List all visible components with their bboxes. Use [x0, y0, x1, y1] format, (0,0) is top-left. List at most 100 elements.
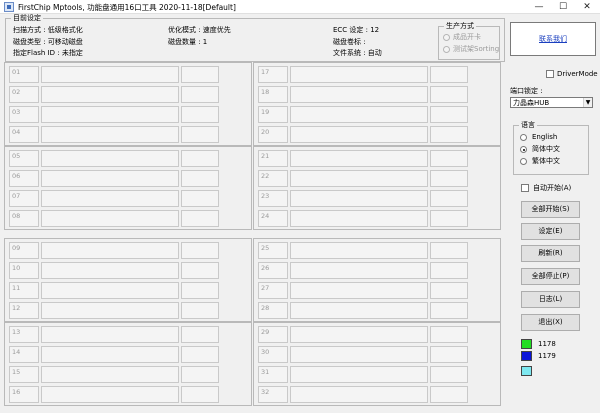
settings-group: 目前设定 扫描方式 : 低级格式化 磁盘类型 : 可移动磁盘 指定Flash I… — [5, 14, 505, 62]
settings-legend: 目前设定 — [11, 14, 43, 23]
minimize-button[interactable]: — — [526, 0, 552, 14]
start-all-button[interactable]: 全部开始(S) — [521, 201, 580, 218]
port-status-field — [41, 326, 179, 343]
disk-count-text: 磁盘数量 : 1 — [168, 38, 208, 46]
maximize-button[interactable]: ☐ — [550, 0, 576, 14]
port-info-field — [181, 86, 219, 103]
port-label: 15 — [9, 366, 39, 383]
port-info-field — [181, 170, 219, 187]
swatch-label-1178: 1178 — [538, 340, 556, 348]
contact-link[interactable]: 联系我们 — [539, 35, 567, 43]
port-info-field — [181, 66, 219, 83]
drivermode-label: DriverMode — [557, 70, 598, 78]
port-status-field — [290, 302, 428, 319]
port-row: 04 — [7, 125, 249, 144]
port-row: 01 — [7, 65, 249, 84]
auto-start-label: 自动开始(A) — [533, 184, 572, 192]
port-row: 13 — [7, 325, 249, 344]
port-label: 16 — [9, 386, 39, 403]
port-info-field — [181, 326, 219, 343]
settings-button[interactable]: 设定(E) — [521, 223, 580, 240]
contact-link-box[interactable]: 联系我们 — [510, 22, 596, 56]
port-row: 09 — [7, 241, 249, 260]
production-option-1: 测试架Sorting — [453, 45, 500, 53]
port-status-field — [290, 326, 428, 343]
port-row: 10 — [7, 261, 249, 280]
port-status-field — [290, 150, 428, 167]
port-row: 29 — [256, 325, 498, 344]
drivermode-checkbox[interactable] — [546, 70, 554, 78]
port-info-field — [430, 282, 468, 299]
port-status-field — [290, 386, 428, 403]
port-info-field — [181, 190, 219, 207]
port-info-field — [430, 170, 468, 187]
port-status-field — [290, 262, 428, 279]
language-legend: 语言 — [519, 121, 537, 130]
scan-mode-text: 扫描方式 : 低级格式化 — [13, 26, 83, 34]
language-radio-english[interactable] — [520, 134, 527, 141]
port-group-8: 29 30 31 32 — [253, 322, 501, 406]
port-label: 20 — [258, 126, 288, 143]
port-info-field — [430, 386, 468, 403]
port-label: 23 — [258, 190, 288, 207]
port-status-field — [41, 86, 179, 103]
log-button[interactable]: 日志(L) — [521, 291, 580, 308]
close-button[interactable]: ✕ — [574, 0, 600, 14]
port-row: 11 — [7, 281, 249, 300]
port-label: 14 — [9, 346, 39, 363]
production-radio-0[interactable] — [443, 34, 450, 41]
port-row: 02 — [7, 85, 249, 104]
port-label: 01 — [9, 66, 39, 83]
port-status-field — [290, 66, 428, 83]
language-option-simplified: 简体中文 — [532, 145, 560, 153]
right-panel: 联系我们 DriverMode 端口锁定 : 力晶森HUB ▼ 语言 Engli… — [505, 14, 600, 413]
port-group-7: 13 14 15 16 — [4, 322, 252, 406]
port-info-field — [181, 242, 219, 259]
port-lock-value: 力晶森HUB — [513, 99, 550, 107]
auto-start-checkbox[interactable] — [521, 184, 529, 192]
port-lock-label: 端口锁定 : — [510, 87, 543, 95]
port-status-field — [290, 126, 428, 143]
port-row: 28 — [256, 301, 498, 320]
port-label: 08 — [9, 210, 39, 227]
port-row: 26 — [256, 261, 498, 280]
port-label: 32 — [258, 386, 288, 403]
refresh-button[interactable]: 刷新(R) — [521, 245, 580, 262]
port-info-field — [430, 210, 468, 227]
chevron-down-icon[interactable]: ▼ — [583, 98, 592, 107]
port-row: 05 — [7, 149, 249, 168]
port-info-field — [181, 282, 219, 299]
port-label: 29 — [258, 326, 288, 343]
port-row: 25 — [256, 241, 498, 260]
port-row: 06 — [7, 169, 249, 188]
port-status-field — [290, 86, 428, 103]
port-info-field — [430, 366, 468, 383]
port-info-field — [181, 346, 219, 363]
color-swatch-1179 — [521, 351, 532, 361]
language-radio-simplified[interactable] — [520, 146, 527, 153]
port-lock-select[interactable]: 力晶森HUB ▼ — [510, 97, 593, 108]
opt-mode-text: 优化模式 : 速度优先 — [168, 26, 231, 34]
port-info-field — [430, 190, 468, 207]
port-label: 07 — [9, 190, 39, 207]
port-label: 19 — [258, 106, 288, 123]
port-info-field — [430, 242, 468, 259]
port-status-field — [290, 242, 428, 259]
port-info-field — [430, 66, 468, 83]
port-group-6: 25 26 27 28 — [253, 238, 501, 322]
language-option-english: English — [532, 133, 558, 141]
port-status-field — [41, 190, 179, 207]
port-label: 27 — [258, 282, 288, 299]
port-status-field — [290, 210, 428, 227]
port-label: 11 — [9, 282, 39, 299]
production-radio-1[interactable] — [443, 46, 450, 53]
port-label: 05 — [9, 150, 39, 167]
port-status-field — [41, 106, 179, 123]
port-status-field — [41, 262, 179, 279]
stop-all-button[interactable]: 全部停止(P) — [521, 268, 580, 285]
port-label: 30 — [258, 346, 288, 363]
language-radio-traditional[interactable] — [520, 158, 527, 165]
port-info-field — [430, 126, 468, 143]
port-label: 10 — [9, 262, 39, 279]
exit-button[interactable]: 退出(X) — [521, 314, 580, 331]
